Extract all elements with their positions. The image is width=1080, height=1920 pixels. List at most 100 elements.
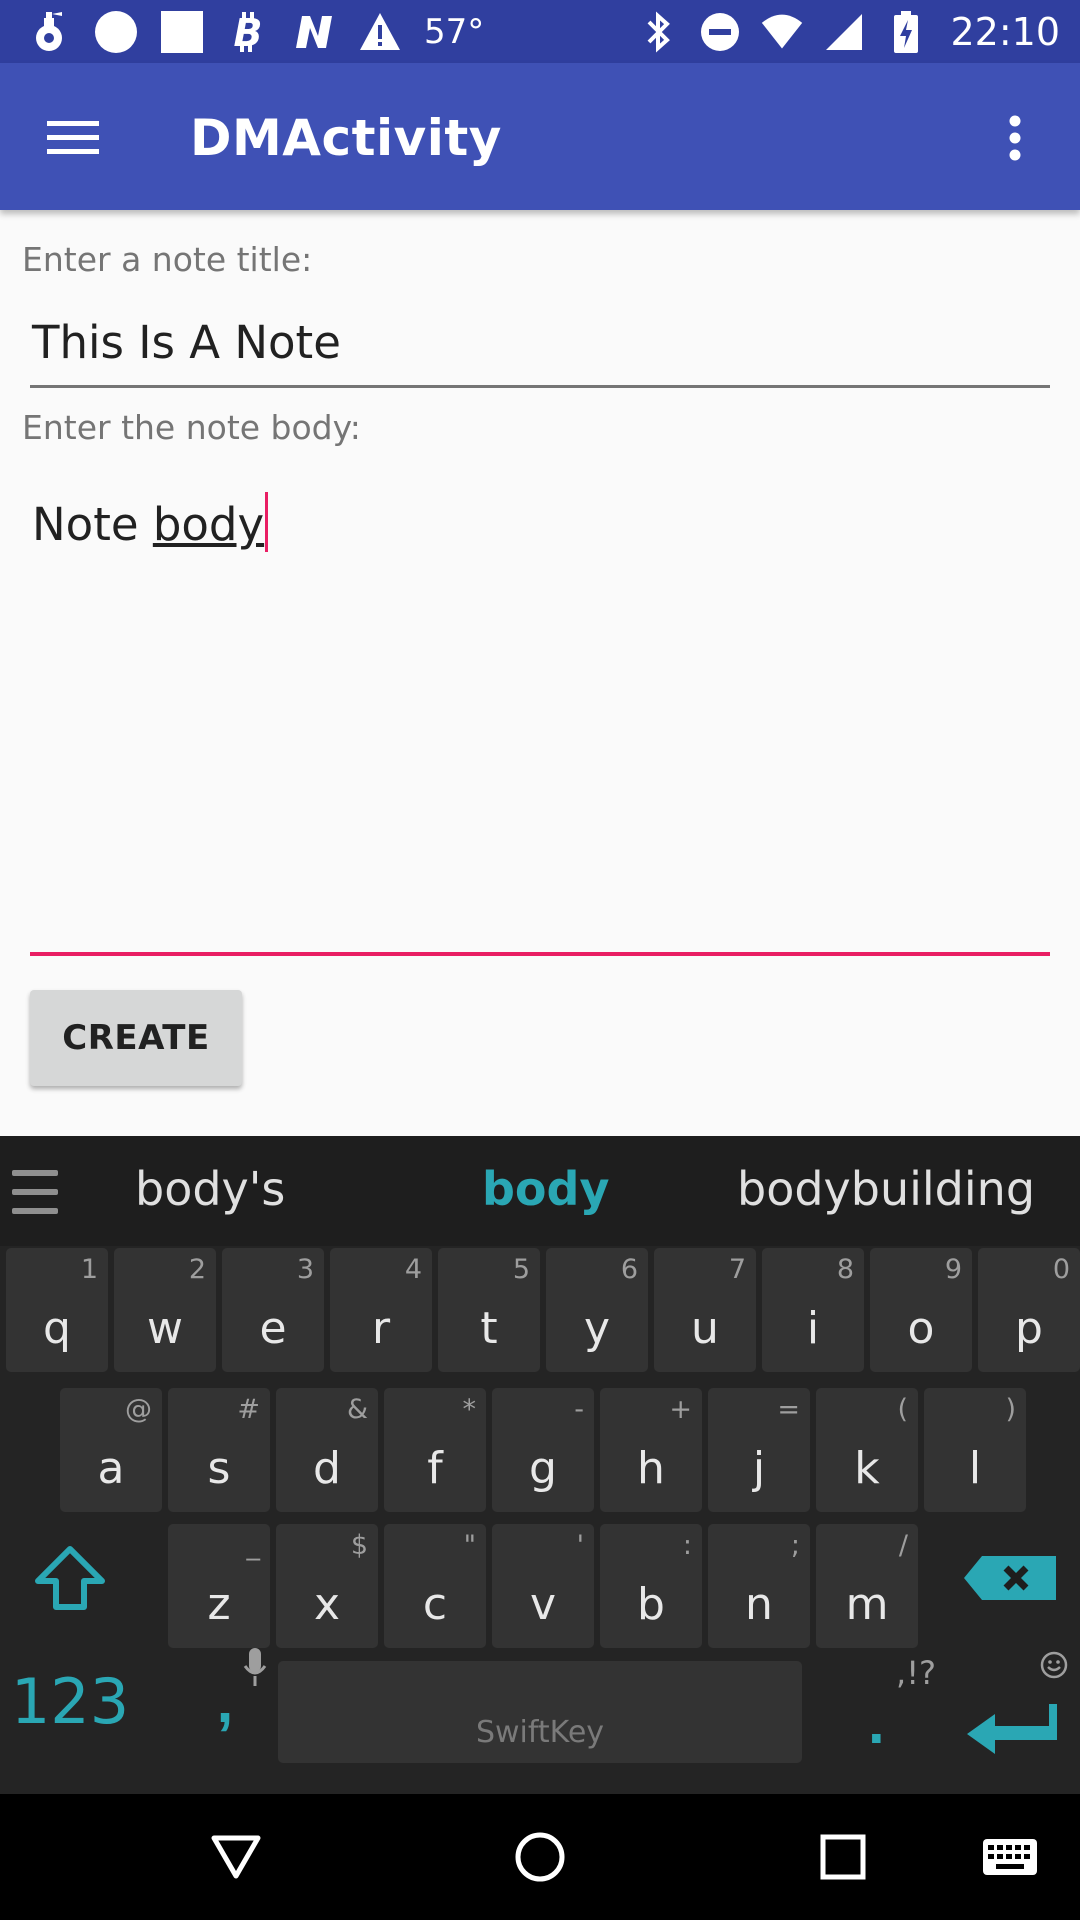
key-q[interactable]: 1q <box>6 1248 108 1372</box>
key-p[interactable]: 0p <box>978 1248 1080 1372</box>
recents-button[interactable] <box>808 1822 878 1892</box>
key-i[interactable]: 8i <box>762 1248 864 1372</box>
menu-icon <box>47 121 99 154</box>
key-hint: = <box>777 1394 800 1425</box>
key-hint: 9 <box>944 1254 962 1285</box>
key-s[interactable]: # s <box>168 1388 270 1512</box>
key-hint: 1 <box>80 1254 98 1285</box>
key-hint: * <box>462 1394 477 1425</box>
key-hint: 6 <box>620 1254 638 1285</box>
key-a[interactable]: @ a <box>60 1388 162 1512</box>
backspace-key[interactable] <box>948 1519 1072 1637</box>
key-h[interactable]: + h <box>600 1388 702 1512</box>
key-label: g <box>529 1443 557 1494</box>
key-label: b <box>637 1579 665 1630</box>
key-hint: + <box>669 1394 692 1425</box>
key-label: d <box>313 1443 341 1494</box>
suggestion-right[interactable]: bodybuilding <box>737 1162 1035 1216</box>
key-c[interactable]: " c <box>384 1524 486 1648</box>
key-hint: $ <box>350 1530 368 1561</box>
suggestion-center[interactable]: body <box>482 1162 609 1216</box>
key-l[interactable]: ) l <box>924 1388 1026 1512</box>
swiftkey-logo: SwiftKey <box>475 1715 605 1750</box>
space-key[interactable]: SwiftKey <box>278 1661 802 1763</box>
key-hint: ; <box>790 1530 800 1561</box>
key-label: c <box>422 1579 448 1630</box>
key-d[interactable]: & d <box>276 1388 378 1512</box>
key-hint: : <box>682 1530 692 1561</box>
text-cursor <box>265 492 269 552</box>
key-m[interactable]: / m <box>816 1524 918 1648</box>
square-icon <box>160 10 204 54</box>
fire-extinguisher-icon <box>28 10 72 54</box>
app-bar: DMActivity <box>0 63 1080 210</box>
status-bar: B 57° 22:10 <box>0 0 1080 63</box>
back-button[interactable] <box>201 1822 271 1892</box>
key-hint: 8 <box>836 1254 854 1285</box>
key-v[interactable]: ' v <box>492 1524 594 1648</box>
keyboard-menu-icon[interactable] <box>12 1164 58 1220</box>
key-hint: @ <box>125 1394 152 1425</box>
key-hint: 7 <box>728 1254 746 1285</box>
key-w[interactable]: 2w <box>114 1248 216 1372</box>
body-label: Enter the note body: <box>22 408 361 447</box>
key-hint: _ <box>246 1530 261 1561</box>
body-text-composing: body <box>152 498 265 551</box>
keyboard-switch-button[interactable] <box>965 1822 1055 1892</box>
key-e[interactable]: 3e <box>222 1248 324 1372</box>
key-hint: # <box>237 1394 260 1425</box>
key-u[interactable]: 7u <box>654 1248 756 1372</box>
key-z[interactable]: _ z <box>168 1524 270 1648</box>
key-hint: ' <box>576 1530 584 1561</box>
key-label: a <box>97 1443 125 1494</box>
warning-icon <box>358 10 402 54</box>
back-triangle-icon <box>211 1835 261 1879</box>
key-label: x <box>313 1579 341 1630</box>
key-o[interactable]: 9o <box>870 1248 972 1372</box>
more-vert-icon <box>1009 115 1021 161</box>
key-label: w <box>147 1303 183 1354</box>
key-label: s <box>207 1443 231 1494</box>
keyboard-icon <box>983 1839 1037 1875</box>
overflow-menu-button[interactable] <box>970 93 1060 183</box>
key-label: i <box>806 1303 820 1354</box>
key-hint: 4 <box>404 1254 422 1285</box>
period-key[interactable]: ,!? . <box>850 1636 940 1766</box>
home-button[interactable] <box>505 1822 575 1892</box>
title-input[interactable]: This Is A Note <box>30 308 1050 388</box>
key-n[interactable]: ; n <box>708 1524 810 1648</box>
key-hint: ( <box>897 1394 908 1425</box>
note-form: Enter a note title: This Is A Note Enter… <box>0 210 1080 1136</box>
key-label: o <box>907 1303 935 1354</box>
key-x[interactable]: $ x <box>276 1524 378 1648</box>
swiftkey-keyboard: body's body bodybuilding 1q2w3e4r5t6y7u8… <box>0 1136 1080 1794</box>
key-label: f <box>427 1443 443 1494</box>
key-hint: 0 <box>1052 1254 1070 1285</box>
hamburger-menu-button[interactable] <box>28 93 118 183</box>
do-not-disturb-icon <box>698 10 742 54</box>
signal-icon <box>822 10 866 54</box>
enter-key[interactable] <box>955 1636 1075 1766</box>
body-input[interactable]: Note body <box>30 472 1050 956</box>
key-hint: / <box>898 1530 908 1561</box>
key-hint: 2 <box>188 1254 206 1285</box>
key-hint: " <box>463 1530 476 1561</box>
key-t[interactable]: 5t <box>438 1248 540 1372</box>
key-f[interactable]: * f <box>384 1388 486 1512</box>
key-j[interactable]: = j <box>708 1388 810 1512</box>
comma-key[interactable]: , <box>180 1636 270 1766</box>
numbers-key[interactable]: 123 <box>8 1636 132 1766</box>
create-button[interactable]: CREATE <box>30 990 242 1086</box>
battery-charging-icon <box>884 10 928 54</box>
suggestion-left[interactable]: body's <box>135 1162 285 1216</box>
key-g[interactable]: -g <box>492 1388 594 1512</box>
microphone-icon <box>243 1648 267 1686</box>
key-r[interactable]: 4r <box>330 1248 432 1372</box>
shift-key[interactable] <box>8 1519 132 1637</box>
temperature-readout: 57° <box>424 12 485 52</box>
key-y[interactable]: 6y <box>546 1248 648 1372</box>
emoji-icon <box>1040 1651 1068 1679</box>
key-k[interactable]: (k <box>816 1388 918 1512</box>
key-b[interactable]: :b <box>600 1524 702 1648</box>
key-label: p <box>1015 1303 1043 1354</box>
